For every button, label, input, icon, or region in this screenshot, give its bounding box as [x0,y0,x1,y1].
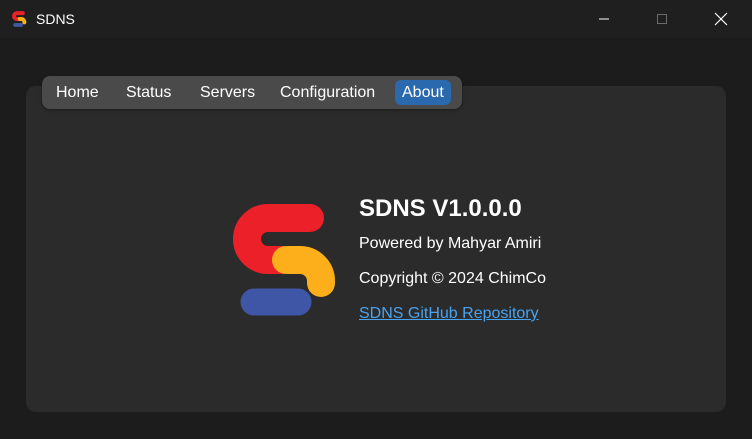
maximize-button[interactable] [639,0,685,38]
close-button[interactable] [698,0,744,38]
tab-servers[interactable]: Servers [193,80,262,105]
minimize-icon [599,18,609,20]
tab-bar: Home Status Servers Configuration About [42,76,462,109]
maximize-icon [657,14,667,24]
window-title: SDNS [36,11,75,27]
app-window: SDNS Home Status Servers Configuration A… [0,0,752,439]
copyright-text: Copyright © 2024 ChimCo [359,270,546,287]
sdns-logo-icon [12,11,27,27]
tab-configuration[interactable]: Configuration [273,80,382,105]
close-icon [714,12,728,26]
minimize-button[interactable] [581,0,627,38]
github-repository-link[interactable]: SDNS GitHub Repository [359,304,539,324]
tab-about[interactable]: About [395,80,451,105]
tab-status[interactable]: Status [119,80,178,105]
title-bar: SDNS [0,0,752,38]
about-title: SDNS V1.0.0.0 [359,195,522,222]
sdns-logo [233,204,335,316]
tab-home[interactable]: Home [49,80,106,105]
powered-by-text: Powered by Mahyar Amiri [359,235,542,252]
